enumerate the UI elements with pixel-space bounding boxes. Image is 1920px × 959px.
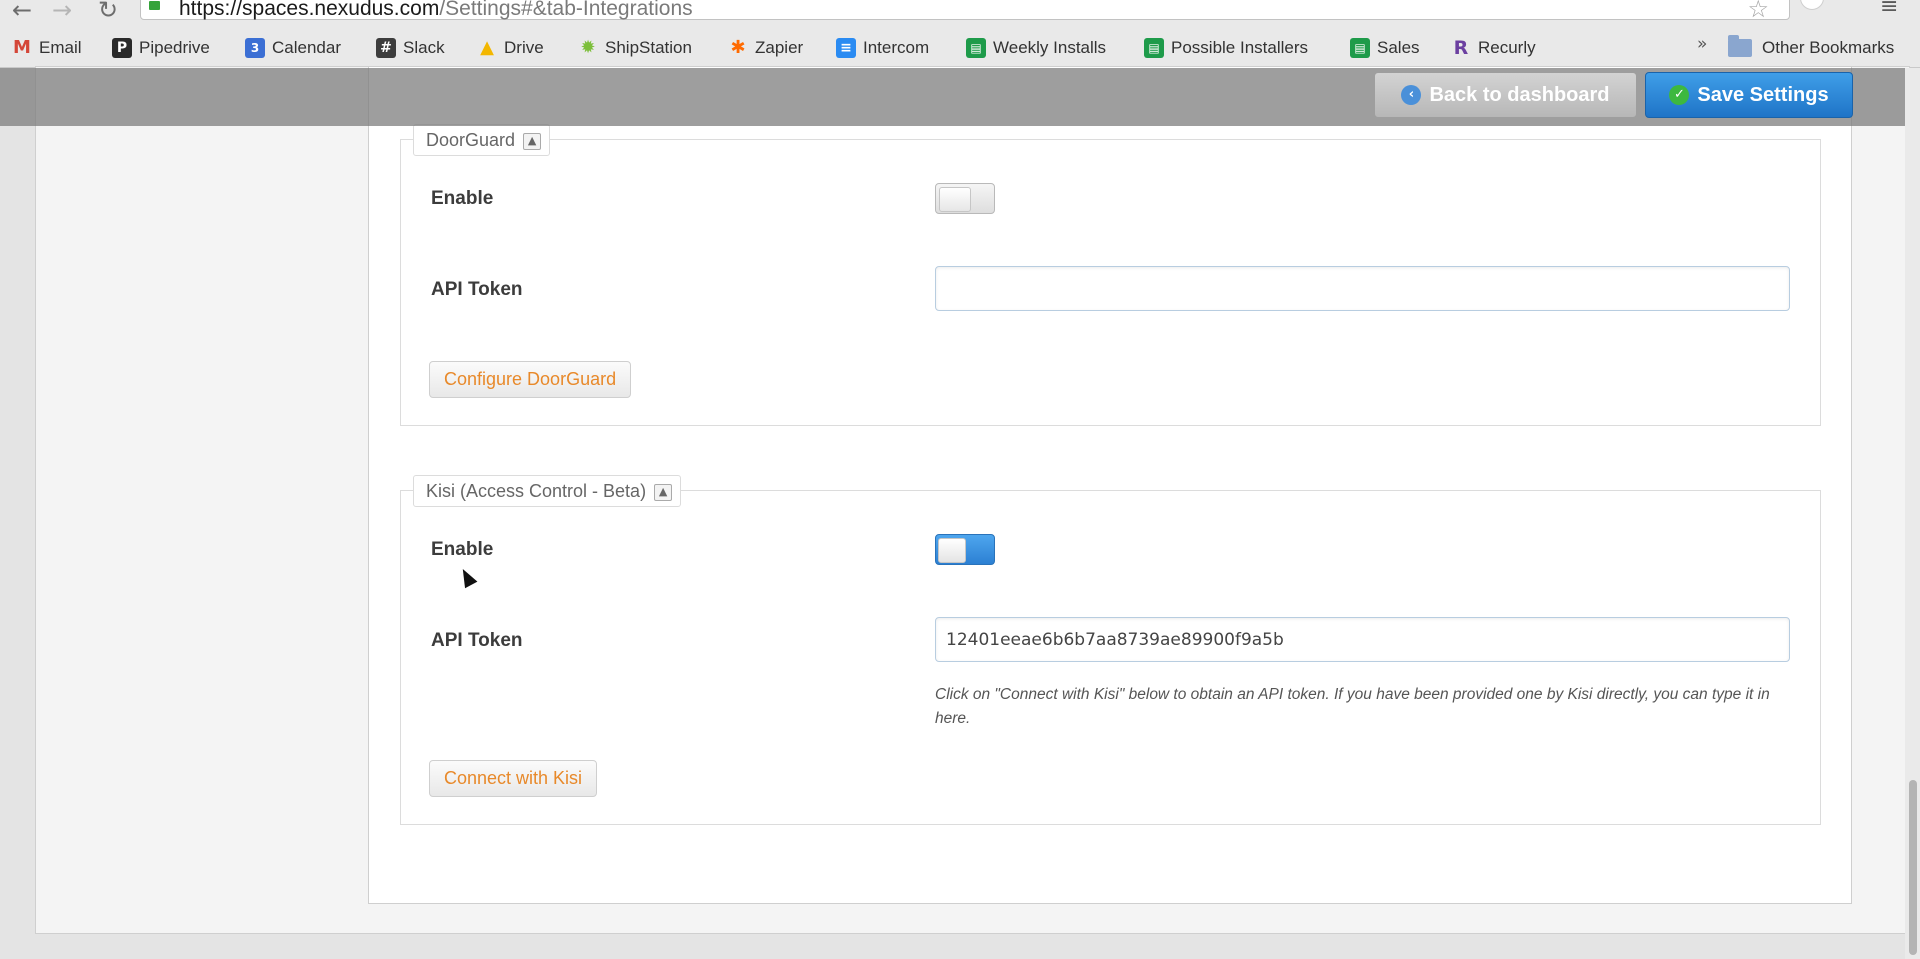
kisi-enable-label: Enable <box>431 539 494 560</box>
bookmark-label: Zapier <box>755 38 804 57</box>
reload-icon[interactable]: ↻ <box>98 0 118 24</box>
browser-chrome: ← → ↻ https://spaces.nexudus.com/Setting… <box>0 0 1920 68</box>
bookmark-label: Calendar <box>272 38 341 57</box>
bookmark-label: Email <box>39 38 82 57</box>
address-bar[interactable]: https://spaces.nexudus.com/Settings#&tab… <box>140 0 1790 23</box>
url-text[interactable]: https://spaces.nexudus.com/Settings#&tab… <box>179 0 693 21</box>
bookmark-possible-installers[interactable]: ▤ Possible Installers <box>1144 36 1308 60</box>
bookmark-label: ShipStation <box>605 38 692 57</box>
profile-avatar[interactable] <box>1800 0 1824 10</box>
calendar-icon: 3 <box>245 38 265 58</box>
zapier-icon: ✱ <box>730 37 746 58</box>
connect-with-kisi-button[interactable]: Connect with Kisi <box>429 760 598 797</box>
bookmark-star-icon[interactable]: ☆ <box>1747 0 1769 23</box>
shipstation-icon: ✹ <box>580 37 596 58</box>
collapse-up-icon[interactable]: ▲ <box>654 484 673 501</box>
bookmark-sales[interactable]: ▤ Sales <box>1350 36 1420 60</box>
doorguard-api-token-label: API Token <box>431 279 523 300</box>
kisi-legend-title: Kisi (Access Control - Beta) <box>426 480 647 501</box>
folder-icon <box>1728 35 1752 57</box>
back-circle-icon: ‹ <box>1401 85 1422 105</box>
doorguard-api-token-input[interactable] <box>935 266 1790 311</box>
slack-icon: # <box>376 38 396 58</box>
other-bookmarks-label: Other Bookmarks <box>1762 38 1895 57</box>
bookmark-label: Slack <box>403 38 445 57</box>
bookmark-label: Weekly Installs <box>993 38 1107 57</box>
kisi-enable-toggle[interactable] <box>935 534 995 565</box>
browser-menu-icon[interactable]: ≡ <box>1880 0 1898 19</box>
doorguard-legend-title: DoorGuard <box>426 129 516 150</box>
doorguard-enable-toggle[interactable] <box>935 183 995 214</box>
bookmark-pipedrive[interactable]: P Pipedrive <box>112 36 210 60</box>
pipedrive-icon: P <box>112 38 132 58</box>
bookmark-slack[interactable]: # Slack <box>376 36 445 60</box>
save-settings-button[interactable]: ✓ Save Settings <box>1645 72 1853 118</box>
kisi-api-token-input[interactable] <box>935 617 1790 662</box>
bookmark-recurly[interactable]: R Recurly <box>1451 36 1536 60</box>
bookmark-label: Pipedrive <box>139 38 210 57</box>
check-circle-icon: ✓ <box>1669 85 1690 105</box>
kisi-api-token-label: API Token <box>431 630 523 651</box>
back-to-dashboard-button[interactable]: ‹ Back to dashboard <box>1374 72 1637 118</box>
configure-doorguard-button[interactable]: Configure DoorGuard <box>429 361 632 398</box>
doorguard-fieldset: DoorGuard ▲ Enable API Token Configure D… <box>400 124 1821 426</box>
save-settings-label: Save Settings <box>1697 83 1829 106</box>
bookmarks-bar: M Email P Pipedrive 3 Calendar # Slack ▲… <box>0 30 1920 66</box>
url-path: /Settings#&tab-Integrations <box>439 0 693 20</box>
gmail-icon: M <box>13 37 31 58</box>
bookmarks-more-chevron[interactable]: » <box>1697 34 1707 54</box>
drive-icon: ▲ <box>480 37 494 58</box>
bookmark-calendar[interactable]: 3 Calendar <box>245 36 341 60</box>
bookmark-label: Recurly <box>1478 38 1536 57</box>
bookmark-label: Drive <box>504 38 544 57</box>
sheets-icon: ▤ <box>1144 38 1164 58</box>
forward-arrow-icon[interactable]: → <box>52 0 72 24</box>
sheets-icon: ▤ <box>966 38 986 58</box>
doorguard-enable-label: Enable <box>431 188 494 209</box>
back-to-dashboard-label: Back to dashboard <box>1429 83 1610 106</box>
recurly-icon: R <box>1453 37 1469 59</box>
scrollbar-thumb[interactable] <box>1909 780 1917 955</box>
kisi-api-token-hint: Click on "Connect with Kisi" below to ob… <box>935 686 1770 727</box>
bookmark-zapier[interactable]: ✱ Zapier <box>728 36 803 60</box>
intercom-icon: ≡ <box>836 38 856 58</box>
bookmark-email[interactable]: M Email <box>12 36 82 60</box>
bookmark-label: Possible Installers <box>1171 38 1309 57</box>
doorguard-legend: DoorGuard ▲ <box>413 124 551 156</box>
bookmark-drive[interactable]: ▲ Drive <box>477 36 544 60</box>
bookmark-label: Sales <box>1377 38 1420 57</box>
bookmark-intercom[interactable]: ≡ Intercom <box>836 36 929 60</box>
kisi-legend: Kisi (Access Control - Beta) ▲ <box>413 475 682 507</box>
lock-icon <box>149 1 160 10</box>
kisi-fieldset: Kisi (Access Control - Beta) ▲ Enable AP… <box>400 475 1821 825</box>
sheets-icon: ▤ <box>1350 38 1370 58</box>
bookmark-weekly-installs[interactable]: ▤ Weekly Installs <box>966 36 1106 60</box>
bookmark-shipstation[interactable]: ✹ ShipStation <box>578 36 692 60</box>
bookmark-label: Intercom <box>863 38 930 57</box>
other-bookmarks[interactable]: Other Bookmarks <box>1728 35 1895 60</box>
url-host: https://spaces.nexudus.com <box>179 0 440 20</box>
browser-nav-row: ← → ↻ https://spaces.nexudus.com/Setting… <box>0 0 1920 24</box>
collapse-up-icon[interactable]: ▲ <box>523 133 542 150</box>
back-arrow-icon[interactable]: ← <box>12 0 32 24</box>
